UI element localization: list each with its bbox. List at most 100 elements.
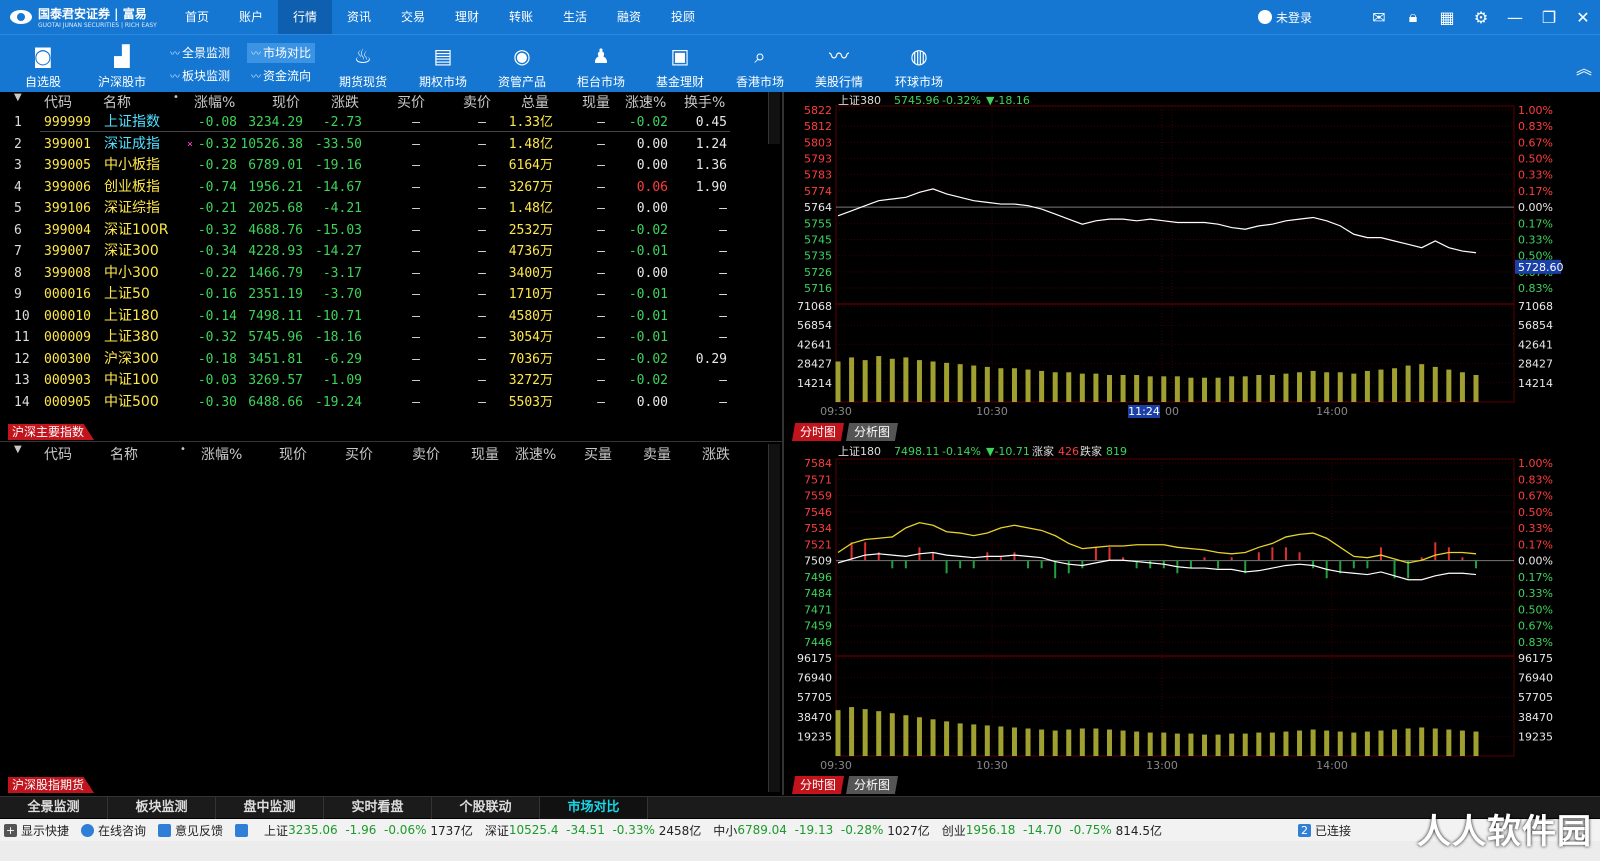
grid-icon[interactable]: ▦ (1430, 0, 1464, 34)
col-header[interactable]: 涨幅% (201, 444, 242, 464)
col-header[interactable]: 代码 (44, 92, 72, 112)
table-row[interactable]: 8 399008 中小300 -0.22 1466.79 -3.17 — — 3400万 — 0.0… (0, 263, 760, 284)
mail-icon[interactable]: ✉ (1362, 0, 1396, 34)
col-header[interactable]: 涨跌 (331, 92, 359, 112)
col-header[interactable]: 买量 (584, 444, 612, 464)
bottom-tab-2[interactable]: 盘中监测 (216, 797, 324, 819)
table-row[interactable]: 12 000300 沪深300 -0.18 3451.81 -6.29 — — 7036万 — -0… (0, 349, 760, 370)
col-header[interactable]: 买价 (397, 92, 425, 112)
menu-item-9[interactable]: 投顾 (656, 0, 710, 34)
table-row[interactable]: 5 399106 深证综指 -0.21 2025.68 -4.21 — — 1.48亿 — 0.00… (0, 198, 760, 219)
col-header[interactable]: 买价 (345, 444, 373, 464)
online-consult-button[interactable]: 在线咨询 (81, 822, 146, 839)
section-tag-futures[interactable]: 沪深股指期货 (8, 777, 95, 793)
table-row[interactable]: 7 399007 深证300 -0.34 4228.93 -14.27 — — 4736万 — -0… (0, 241, 760, 262)
bottom-tab-1[interactable]: 板块监测 (108, 797, 216, 819)
gear-icon[interactable]: ⚙ (1464, 0, 1498, 34)
tool-9[interactable]: ◍ 环球市场 (879, 35, 959, 93)
row-bid: — (412, 373, 420, 388)
tool-7[interactable]: ⌕ 香港市场 (720, 35, 800, 93)
table-row[interactable]: 11 000009 上证380 -0.32 5745.96 -18.16 — — 3054万 — -… (0, 327, 760, 348)
ticker-sh[interactable]: 上证 3235.06 -1.96 -0.06% 1737亿 (264, 822, 473, 839)
bottom-tab-3[interactable]: 实时看盘 (324, 797, 432, 819)
bottom-tab-0[interactable]: 全景监测 (0, 797, 108, 819)
index-table-scrollbar[interactable] (768, 92, 780, 144)
minimize-icon[interactable]: — (1498, 0, 1532, 34)
tool-6[interactable]: ▣ 基金理财 (640, 35, 720, 93)
col-header[interactable]: 现价 (272, 92, 300, 112)
pct-tick-label: 0.83% (1518, 120, 1553, 133)
menu-item-7[interactable]: 生活 (548, 0, 602, 34)
restore-icon[interactable]: ❐ (1532, 0, 1566, 34)
bottom-tab-4[interactable]: 个股联动 (432, 797, 540, 819)
chart-sz380[interactable]: 上证380 5745.96 -0.32% ▼-18.16 5822 1.00% 5812 0.… (784, 92, 1564, 422)
mini-tool-2[interactable]: 〰板块监测 (166, 66, 234, 86)
col-header[interactable]: 现量 (582, 92, 610, 112)
chart-tab-1-1[interactable]: 分析图 (846, 776, 899, 794)
show-shortcut-button[interactable]: + 显示快捷 (0, 822, 69, 839)
bottom-tab-5[interactable]: 市场对比 (540, 797, 648, 819)
menu-item-1[interactable]: 账户 (224, 0, 278, 34)
col-header[interactable]: 代码 (44, 444, 72, 464)
mini-tool-1[interactable]: 〰市场对比 (247, 43, 316, 63)
row-chg: -3.17 (322, 265, 362, 281)
menu-item-5[interactable]: 理财 (440, 0, 494, 34)
mini-tool-3[interactable]: 〰资金流向 (247, 66, 315, 86)
login-status[interactable]: 未登录 (1257, 9, 1312, 26)
col-header[interactable]: 卖量 (643, 444, 671, 464)
table-row[interactable]: 10 000010 上证180 -0.14 7498.11 -10.71 — — 4580万 — -… (0, 306, 760, 327)
tool-1[interactable]: ▟ 沪深股市 (82, 35, 162, 93)
table-row[interactable]: 9 000016 上证50 -0.16 2351.19 -3.70 — — 1710万 — -0.0… (0, 284, 760, 305)
collapse-toolbar-icon[interactable]: ︽ (1576, 55, 1592, 79)
tool-0[interactable]: ◙ 自选股 (3, 35, 83, 93)
chart-sz180[interactable]: 上证180 7498.11 -0.14% ▼-10.71 涨家 426 跌家 819 7584 1… (784, 443, 1564, 776)
col-header[interactable]: 涨跌 (702, 444, 730, 464)
connection-status[interactable]: 2 已连接 (1298, 822, 1351, 839)
ticker-cy[interactable]: 创业 1956.18 -14.70 -0.75% 814.5亿 (942, 822, 1162, 839)
tool-5[interactable]: ♟ 柜台市场 (561, 35, 641, 93)
lock-icon[interactable]: 🔒︎ (1396, 0, 1430, 34)
table-row[interactable]: 4 399006 创业板指 -0.74 1956.21 -14.67 — — 3267万 — 0.0… (0, 177, 760, 198)
col-header[interactable]: 涨速% (515, 444, 556, 464)
ticker-menu-icon[interactable] (235, 823, 252, 837)
ticker-zx[interactable]: 中小 6789.04 -19.13 -0.28% 1027亿 (713, 822, 929, 839)
sort-arrow-icon[interactable]: ▼ (14, 444, 22, 455)
menu-item-0[interactable]: 首页 (170, 0, 224, 34)
menu-item-3[interactable]: 资讯 (332, 0, 386, 34)
chart-tab-0-1[interactable]: 分析图 (846, 423, 899, 441)
col-header[interactable]: 名称 (110, 444, 138, 464)
volume-bar (835, 361, 841, 402)
feedback-button[interactable]: 意见反馈 (158, 822, 223, 839)
ticker-sz[interactable]: 深证 10525.4 -34.51 -0.33% 2458亿 (485, 822, 701, 839)
table-row[interactable]: 3 399005 中小板指 -0.28 6789.01 -19.16 — — 6164万 — 0.0… (0, 155, 760, 176)
col-header[interactable]: 卖价 (412, 444, 440, 464)
col-header[interactable]: 名称 (103, 92, 131, 112)
tool-8[interactable]: 〰美股行情 (799, 35, 879, 93)
section-tag-index[interactable]: 沪深主要指数 (8, 424, 95, 440)
tool-3[interactable]: ▤ 期权市场 (403, 35, 483, 93)
col-header[interactable]: 涨幅% (194, 92, 235, 112)
table-row[interactable]: 13 000903 中证100 -0.03 3269.57 -1.09 — — 3272万 — -0… (0, 370, 760, 391)
col-header[interactable]: 现量 (471, 444, 499, 464)
tool-4[interactable]: ◉ 资管产品 (482, 35, 562, 93)
chart-tab-1-0[interactable]: 分时图 (792, 776, 845, 794)
close-icon[interactable]: ✕ (1566, 0, 1600, 34)
col-header[interactable]: 涨速% (625, 92, 666, 112)
col-header[interactable]: 换手% (684, 92, 725, 112)
col-header[interactable]: 总量 (521, 92, 549, 112)
table-row[interactable]: 14 000905 中证500 -0.30 6488.66 -19.24 — — 5503万 — 0… (0, 392, 760, 413)
menu-item-4[interactable]: 交易 (386, 0, 440, 34)
menu-item-8[interactable]: 融资 (602, 0, 656, 34)
mini-tool-0[interactable]: 〰全景监测 (166, 43, 234, 63)
futures-table-scrollbar[interactable] (768, 444, 780, 792)
table-row[interactable]: 6 399004 深证100R -0.32 4688.76 -15.03 — — 2532万 — -… (0, 220, 760, 241)
chart-tab-0-0[interactable]: 分时图 (792, 423, 845, 441)
menu-item-6[interactable]: 转账 (494, 0, 548, 34)
col-header[interactable]: 现价 (279, 444, 307, 464)
sort-arrow-icon[interactable]: ▼ (14, 92, 22, 103)
menu-item-2[interactable]: 行情 (278, 0, 332, 34)
table-row[interactable]: 2 399001 深证成指 × -0.32 10526.38 -33.50 — — 1.48亿 — 0… (0, 134, 760, 155)
table-row[interactable]: 1 999999 上证指数 -0.08 3234.29 -2.73 — — 1.33亿 — -0.0… (0, 112, 760, 133)
col-header[interactable]: 卖价 (463, 92, 491, 112)
tool-2[interactable]: ♨ 期货现货 (323, 35, 403, 93)
